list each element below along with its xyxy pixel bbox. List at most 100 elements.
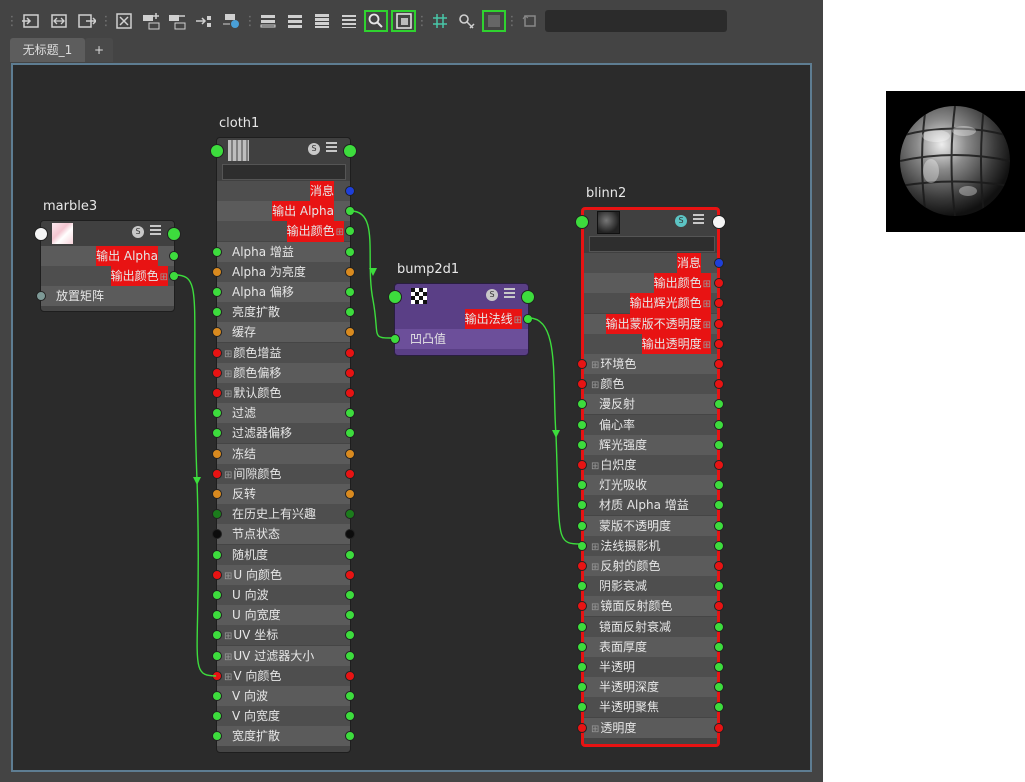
output-port[interactable]	[345, 367, 355, 378]
attr-row[interactable]: UV 过滤器大小	[212, 645, 355, 666]
attr-row[interactable]: 消息	[584, 253, 724, 273]
output-port[interactable]	[714, 662, 724, 672]
node-input-port[interactable]	[210, 144, 224, 158]
attr-row[interactable]: 输出颜色	[41, 266, 179, 288]
attr-row[interactable]: 反射的颜色	[577, 556, 724, 576]
input-port[interactable]	[577, 540, 587, 551]
node-output-port[interactable]	[167, 227, 181, 241]
attr-row[interactable]: V 向波	[212, 686, 355, 706]
attr-row[interactable]: V 向宽度	[212, 706, 355, 727]
output-port[interactable]	[345, 246, 355, 257]
node-header[interactable]: S	[34, 221, 181, 246]
search-input[interactable]	[545, 10, 727, 32]
attr-row[interactable]: 间隙颜色	[212, 463, 355, 484]
swatch-settings-icon[interactable]: S	[132, 226, 144, 238]
input-port[interactable]	[212, 529, 222, 540]
input-port[interactable]	[212, 650, 222, 661]
output-port[interactable]	[345, 448, 355, 459]
input-port[interactable]	[212, 287, 222, 297]
output-port[interactable]	[345, 590, 355, 600]
graph-materials-icon[interactable]	[220, 10, 242, 32]
swatch-toggle-icon[interactable]	[482, 10, 506, 32]
attr-row[interactable]: 输出法线	[395, 309, 533, 331]
output-port[interactable]	[714, 722, 724, 733]
remove-selected-icon[interactable]	[166, 10, 188, 32]
attr-row[interactable]: 蒙版不透明度	[577, 515, 724, 536]
input-port[interactable]	[212, 347, 222, 358]
input-port[interactable]	[212, 549, 222, 560]
attr-row[interactable]: 在历史上有兴趣	[212, 504, 355, 525]
input-port[interactable]	[577, 581, 587, 592]
input-port[interactable]	[577, 641, 587, 652]
swatch-settings-icon[interactable]: S	[675, 215, 687, 227]
output-port[interactable]	[714, 520, 724, 531]
attr-row[interactable]: Alpha 为亮度	[212, 261, 355, 282]
rearrange-graph-icon[interactable]	[193, 10, 215, 32]
output-port[interactable]	[714, 621, 724, 632]
swatch-settings-icon[interactable]: S	[308, 143, 320, 155]
input-port[interactable]	[577, 379, 587, 390]
input-port[interactable]	[577, 702, 587, 713]
attr-row[interactable]: 半透明深度	[577, 677, 724, 698]
output-port[interactable]	[345, 468, 355, 479]
simple-mode-icon[interactable]	[257, 10, 279, 32]
input-port[interactable]	[577, 520, 587, 531]
menu-icon[interactable]	[693, 214, 704, 225]
attr-row[interactable]: Alpha 偏移	[212, 282, 355, 302]
output-port[interactable]	[714, 359, 724, 369]
node-input-port[interactable]	[34, 227, 48, 241]
attr-row[interactable]: 过滤器偏移	[212, 423, 355, 444]
node-input-port[interactable]	[388, 290, 402, 304]
input-port[interactable]	[212, 489, 222, 499]
attr-row[interactable]: 消息	[217, 181, 355, 201]
input-port[interactable]	[212, 590, 222, 600]
attr-row[interactable]: 默认颜色	[212, 383, 355, 403]
input-port[interactable]	[577, 601, 587, 612]
attr-row[interactable]: 亮度扩散	[212, 302, 355, 323]
input-port[interactable]	[577, 439, 587, 450]
attr-row[interactable]: 过滤	[212, 403, 355, 424]
node-blinn2[interactable]: S 消息输出颜色输出辉光颜色输出蒙版不透明度输出透明度环境色颜色漫反射偏心率辉光…	[575, 207, 726, 747]
frame-selection-icon[interactable]	[364, 10, 388, 32]
attr-row[interactable]: 白炽度	[577, 455, 724, 475]
input-port[interactable]	[212, 266, 222, 277]
input-port[interactable]	[212, 731, 222, 742]
node-name-field[interactable]	[589, 236, 715, 252]
attr-row[interactable]: 反转	[212, 484, 355, 504]
attr-row[interactable]: 表面厚度	[577, 636, 724, 657]
attr-row[interactable]: 灯光吸收	[577, 475, 724, 496]
attr-row[interactable]: 输出辉光颜色	[584, 293, 724, 316]
input-port[interactable]	[212, 691, 222, 701]
output-port[interactable]	[345, 266, 355, 277]
clear-graph-icon[interactable]	[113, 10, 135, 32]
input-port[interactable]	[212, 670, 222, 681]
input-port[interactable]	[577, 419, 587, 430]
attr-row[interactable]: 半透明聚焦	[577, 697, 724, 718]
input-port[interactable]	[577, 621, 587, 632]
output-port[interactable]	[714, 338, 724, 349]
attr-row[interactable]: 放置矩阵	[36, 286, 174, 306]
attr-row[interactable]: 辉光强度	[577, 434, 724, 455]
attr-row[interactable]: 颜色	[577, 374, 724, 395]
output-port[interactable]	[523, 314, 533, 324]
attr-row[interactable]: 输出 Alpha	[41, 246, 179, 266]
attr-row[interactable]: 颜色增益	[212, 342, 355, 363]
node-output-port[interactable]	[343, 144, 357, 158]
attr-row[interactable]: 输出透明度	[584, 333, 724, 356]
node-cloth1[interactable]: S 消息输出 Alpha输出颜色Alpha 增益 Alpha 为亮度 Alpha 偏…	[210, 137, 357, 753]
input-connections-icon[interactable]	[20, 10, 42, 32]
input-port[interactable]	[36, 291, 46, 301]
link-toggle-icon[interactable]	[456, 10, 478, 32]
attr-row[interactable]: 偏心率	[577, 414, 724, 435]
node-header[interactable]: S	[388, 284, 535, 309]
input-port[interactable]	[577, 500, 587, 511]
input-port[interactable]	[212, 246, 222, 257]
attr-row[interactable]: 凹凸值	[390, 329, 528, 349]
menu-icon[interactable]	[326, 142, 337, 153]
input-port[interactable]	[212, 428, 222, 439]
add-selected-icon[interactable]	[140, 10, 162, 32]
attr-row[interactable]: 漫反射	[577, 394, 724, 415]
frame-all-icon[interactable]	[391, 10, 416, 32]
output-connections-icon[interactable]	[48, 10, 70, 32]
input-port[interactable]	[212, 569, 222, 580]
